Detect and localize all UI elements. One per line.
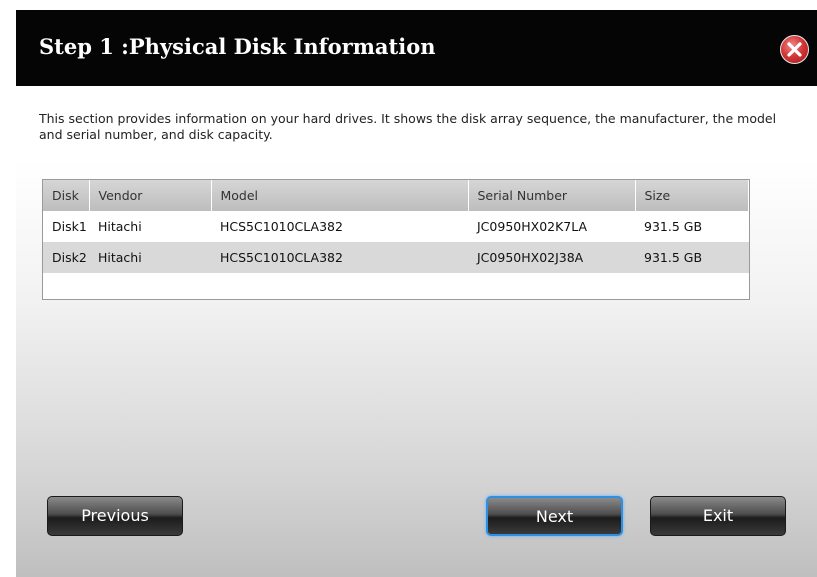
title-bar: Step 1 :Physical Disk Information <box>16 10 817 86</box>
cell-vendor: Hitachi <box>89 242 211 273</box>
cell-disk: Disk1 <box>43 211 89 242</box>
table-header-row: Disk Vendor Model Serial Number Size <box>43 180 749 211</box>
cell-serial-number: JC0950HX02J38A <box>468 242 635 273</box>
column-header-serial-number[interactable]: Serial Number <box>468 180 636 211</box>
cell-vendor: Hitachi <box>89 211 211 242</box>
cell-serial-number: JC0950HX02K7LA <box>468 211 635 242</box>
cell-size: 931.5 GB <box>635 242 749 273</box>
table-row[interactable]: Disk2 Hitachi HCS5C1010CLA382 JC0950HX02… <box>43 242 749 273</box>
next-button[interactable]: Next <box>486 496 623 536</box>
column-header-size[interactable]: Size <box>635 180 749 211</box>
wizard-dialog: Step 1 :Physical Disk Information This s… <box>16 0 817 577</box>
dialog-title: Step 1 :Physical Disk Information <box>39 34 436 59</box>
column-header-model[interactable]: Model <box>211 180 469 211</box>
cell-disk: Disk2 <box>43 242 89 273</box>
close-icon <box>787 42 802 57</box>
disk-table: Disk Vendor Model Serial Number Size Dis… <box>43 180 749 273</box>
section-description: This section provides information on you… <box>39 111 777 142</box>
exit-button[interactable]: Exit <box>650 496 786 536</box>
cell-model: HCS5C1010CLA382 <box>211 242 468 273</box>
column-header-disk[interactable]: Disk <box>43 180 90 211</box>
previous-button[interactable]: Previous <box>47 496 183 536</box>
close-button[interactable] <box>780 35 809 64</box>
cell-size: 931.5 GB <box>635 211 749 242</box>
table-row[interactable]: Disk1 Hitachi HCS5C1010CLA382 JC0950HX02… <box>43 211 749 242</box>
cell-model: HCS5C1010CLA382 <box>211 211 468 242</box>
disk-table-container: Disk Vendor Model Serial Number Size Dis… <box>42 179 750 300</box>
column-header-vendor[interactable]: Vendor <box>89 180 212 211</box>
